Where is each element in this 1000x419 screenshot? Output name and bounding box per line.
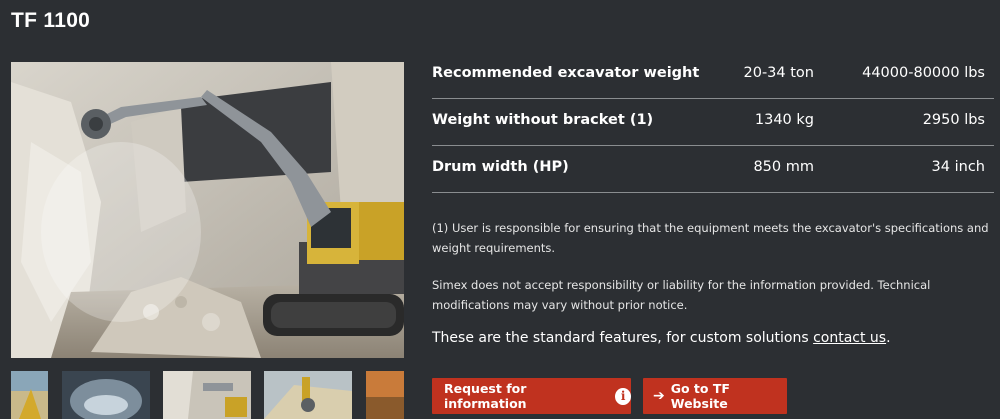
spec-imperial-value: 44000-80000 lbs [862, 65, 985, 81]
website-button-label: Go to TF Website [670, 381, 730, 411]
contact-us-link[interactable]: contact us [813, 330, 886, 346]
request-button-label: Request for information [444, 381, 527, 411]
thumbnail-4[interactable] [264, 371, 352, 419]
product-main-image[interactable] [11, 62, 404, 358]
thumbnail-1[interactable] [11, 371, 48, 419]
spec-row: Drum width (HP) 850 mm 34 inch [432, 146, 994, 193]
standard-text: These are the standard features, for cus… [432, 330, 814, 346]
page-title: TF 1100 [11, 9, 91, 32]
spec-label: Drum width (HP) [432, 159, 569, 175]
thumbnail-2[interactable] [62, 371, 150, 419]
liability-note: Simex does not accept responsibility or … [432, 278, 931, 312]
spec-row: Weight without bracket (1) 1340 kg 2950 … [432, 99, 994, 146]
responsibility-note: (1) User is responsible for ensuring tha… [432, 221, 989, 255]
arrow-right-icon: ➔ [653, 388, 665, 404]
thumbnail-3[interactable] [163, 371, 251, 419]
spec-label: Weight without bracket (1) [432, 112, 654, 128]
spec-metric-value: 850 mm [753, 159, 814, 175]
info-circle-icon: i [615, 387, 631, 405]
spec-imperial-value: 2950 lbs [922, 112, 985, 128]
spec-metric-value: 1340 kg [754, 112, 814, 128]
spec-imperial-value: 34 inch [931, 159, 985, 175]
request-information-button[interactable]: Request for information i [432, 378, 631, 414]
standard-features-text: These are the standard features, for cus… [432, 330, 891, 346]
spec-table: Recommended excavator weight 20-34 ton 4… [432, 52, 994, 193]
go-to-website-button[interactable]: ➔ Go to TF Website [643, 378, 787, 414]
spec-metric-value: 20-34 ton [743, 65, 815, 81]
spec-label: Recommended excavator weight [432, 65, 700, 81]
spec-row: Recommended excavator weight 20-34 ton 4… [432, 52, 994, 99]
thumbnail-5[interactable] [366, 371, 404, 419]
standard-suffix: . [886, 330, 891, 346]
